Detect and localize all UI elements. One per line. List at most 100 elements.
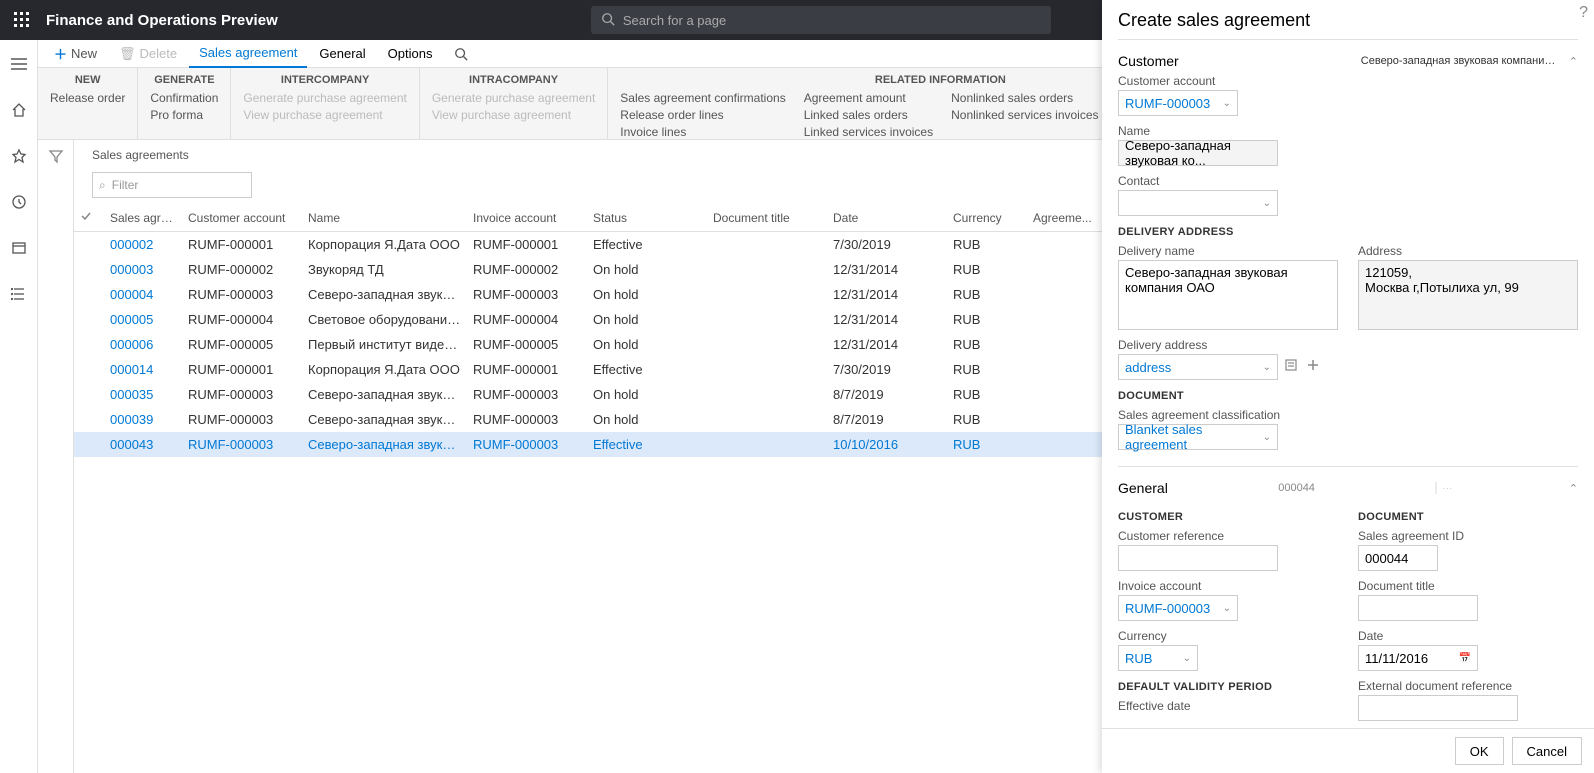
cell-status: On hold	[587, 407, 707, 432]
ok-button[interactable]: OK	[1455, 737, 1504, 765]
ic-generate-po-link[interactable]: Generate purchase agreement	[243, 90, 406, 106]
customer-account-label: Customer account	[1118, 74, 1578, 88]
tab-general[interactable]: General	[309, 42, 375, 65]
col-check[interactable]	[74, 204, 104, 232]
cell-id[interactable]: 000043	[104, 432, 182, 457]
address-detail-icon[interactable]	[1284, 358, 1298, 377]
linked-services-invoices-link[interactable]: Linked services invoices	[804, 124, 933, 140]
cell-id[interactable]: 000003	[104, 257, 182, 282]
col-customer[interactable]: Customer account	[182, 204, 302, 232]
col-id[interactable]: Sales agree... ↑	[104, 204, 182, 232]
workspace-icon[interactable]	[3, 232, 35, 264]
col-invoice[interactable]: Invoice account	[467, 204, 587, 232]
col-doctitle[interactable]: Document title	[707, 204, 827, 232]
cell-id[interactable]: 000002	[104, 232, 182, 258]
cell-id[interactable]: 000004	[104, 282, 182, 307]
cell-invoice: RUMF-000001	[467, 232, 587, 258]
doc-title-input[interactable]	[1358, 595, 1478, 621]
cell-status: On hold	[587, 282, 707, 307]
ia-view-po-link[interactable]: View purchase agreement	[432, 107, 595, 123]
row-check[interactable]	[74, 382, 104, 407]
cell-invoice: RUMF-000003	[467, 382, 587, 407]
col-status[interactable]: Status	[587, 204, 707, 232]
hamburger-icon[interactable]	[3, 48, 35, 80]
star-icon[interactable]	[3, 140, 35, 172]
cell-invoice: RUMF-000003	[467, 282, 587, 307]
cell-currency: RUB	[947, 382, 1027, 407]
home-icon[interactable]	[3, 94, 35, 126]
linked-sales-orders-link[interactable]: Linked sales orders	[804, 107, 933, 123]
global-search[interactable]: Search for a page	[591, 6, 1051, 34]
row-check[interactable]	[74, 307, 104, 332]
add-address-icon[interactable]	[1306, 358, 1320, 377]
cell-status: On hold	[587, 257, 707, 282]
col-date[interactable]: Date	[827, 204, 947, 232]
delivery-address-input[interactable]: address⌄	[1118, 354, 1278, 380]
chevron-down-icon: ⌄	[1183, 653, 1191, 664]
nonlinked-sales-orders-link[interactable]: Nonlinked sales orders	[951, 90, 1098, 106]
row-check[interactable]	[74, 357, 104, 382]
invoice-lines-link[interactable]: Invoice lines	[620, 124, 785, 140]
delete-button[interactable]: 🗑Delete	[109, 42, 187, 66]
find-button[interactable]	[444, 43, 478, 65]
row-check[interactable]	[74, 282, 104, 307]
modules-icon[interactable]	[3, 278, 35, 310]
date-input[interactable]: 11/11/2016📅	[1358, 645, 1478, 671]
row-check[interactable]	[74, 332, 104, 357]
release-order-lines-link[interactable]: Release order lines	[620, 107, 785, 123]
confirmation-link[interactable]: Confirmation	[150, 90, 218, 106]
help-icon[interactable]: ?	[1579, 4, 1588, 22]
app-title: Finance and Operations Preview	[46, 12, 278, 29]
cell-id[interactable]: 000014	[104, 357, 182, 382]
cell-id[interactable]: 000035	[104, 382, 182, 407]
col-name[interactable]: Name	[302, 204, 467, 232]
ribbon-group-new: NEW Release order	[38, 68, 138, 139]
agreement-amount-link[interactable]: Agreement amount	[804, 90, 933, 106]
release-order-link[interactable]: Release order	[50, 90, 125, 106]
funnel-icon[interactable]	[48, 148, 64, 773]
tab-sales-agreement[interactable]: Sales agreement	[189, 40, 307, 68]
nonlinked-services-invoices-link[interactable]: Nonlinked services invoices	[951, 107, 1098, 123]
doc-title-label: Document title	[1358, 579, 1578, 593]
cell-date: 12/31/2014	[827, 307, 947, 332]
contact-input[interactable]: ⌄	[1118, 190, 1278, 216]
cell-invoice: RUMF-000001	[467, 357, 587, 382]
row-check[interactable]	[74, 257, 104, 282]
cell-doctitle	[707, 332, 827, 357]
section-general: General 000044 │ ··· ⌃ CUSTOMER Customer…	[1118, 466, 1578, 728]
row-check[interactable]	[74, 407, 104, 432]
row-check[interactable]	[74, 432, 104, 457]
customer-account-input[interactable]: RUMF-000003⌄	[1118, 90, 1238, 116]
col-currency[interactable]: Currency	[947, 204, 1027, 232]
new-button[interactable]: ＋New	[44, 40, 107, 67]
cell-name: Корпорация Я.Дата ООО	[302, 357, 467, 382]
cell-id[interactable]: 000039	[104, 407, 182, 432]
currency-input[interactable]: RUB⌄	[1118, 645, 1198, 671]
cell-currency: RUB	[947, 357, 1027, 382]
delivery-name-input[interactable]: Северо-западная звуковая компания ОАО	[1118, 260, 1338, 330]
waffle-icon[interactable]	[10, 8, 34, 32]
cell-id[interactable]: 000006	[104, 332, 182, 357]
cust-ref-input[interactable]	[1118, 545, 1278, 571]
delivery-address-label: Delivery address	[1118, 338, 1578, 352]
ia-generate-po-link[interactable]: Generate purchase agreement	[432, 90, 595, 106]
proforma-link[interactable]: Pro forma	[150, 107, 218, 123]
cell-id[interactable]: 000005	[104, 307, 182, 332]
nav-arrows: │ ···	[1433, 483, 1452, 494]
cell-date: 10/10/2016	[827, 432, 947, 457]
ic-view-po-link[interactable]: View purchase agreement	[243, 107, 406, 123]
tab-options[interactable]: Options	[378, 42, 443, 65]
sa-id-input[interactable]: 000044	[1358, 545, 1438, 571]
ext-ref-input[interactable]	[1358, 695, 1518, 721]
section-general-header[interactable]: General 000044 │ ··· ⌃	[1118, 475, 1578, 501]
section-customer-header[interactable]: Customer Северо-западная звуковая компан…	[1118, 48, 1578, 74]
cell-date: 12/31/2014	[827, 282, 947, 307]
row-check[interactable]	[74, 232, 104, 258]
cancel-button[interactable]: Cancel	[1512, 737, 1582, 765]
grid-filter-input[interactable]: ⌕ Filter	[92, 172, 252, 198]
recent-icon[interactable]	[3, 186, 35, 218]
filter-icon: ⌕	[99, 178, 106, 193]
sa-class-input[interactable]: Blanket sales agreement⌄	[1118, 424, 1278, 450]
invoice-account-input[interactable]: RUMF-000003⌄	[1118, 595, 1238, 621]
sa-confirmations-link[interactable]: Sales agreement confirmations	[620, 90, 785, 106]
